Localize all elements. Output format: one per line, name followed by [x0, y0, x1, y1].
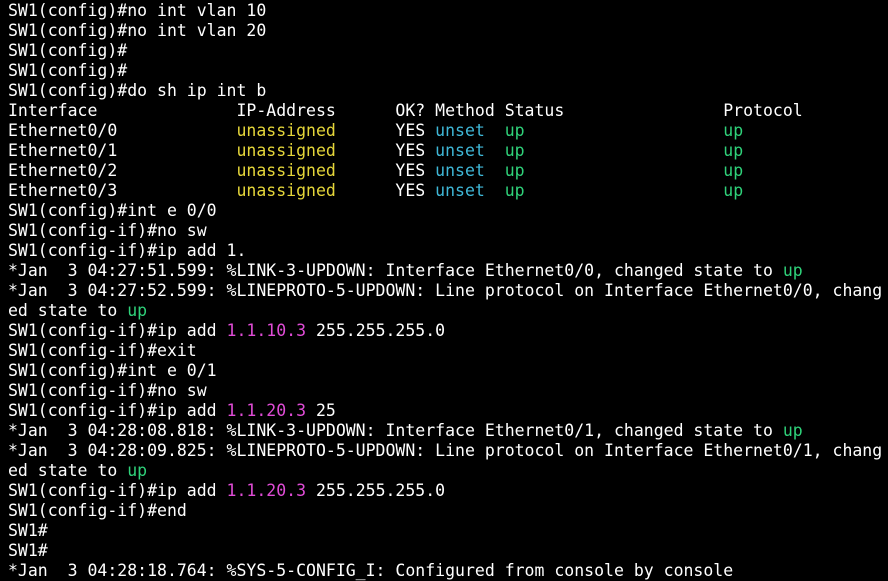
- terminal-text-segment: 1.1.10.3: [226, 321, 307, 340]
- terminal-text-segment: YES: [335, 181, 436, 200]
- terminal-line: Ethernet0/1 unassigned YES unset up up: [8, 141, 888, 161]
- terminal-text-segment: YES: [335, 121, 436, 140]
- terminal-line: SW1(config)#int e 0/0: [8, 201, 888, 221]
- terminal-text-segment: *Jan 3 04:27:51.599: %LINK-3-UPDOWN: Int…: [8, 261, 783, 280]
- terminal-text-segment: up: [782, 421, 803, 440]
- terminal-text-segment: 1.1.20.3: [226, 481, 307, 500]
- terminal-text-segment: Ethernet0/2: [8, 161, 237, 180]
- terminal-text-segment: ed state to: [8, 301, 128, 320]
- terminal-line: SW1(config-if)#end: [8, 501, 888, 521]
- terminal-line: ed state to up: [8, 301, 888, 321]
- terminal-text-segment: SW1(config)#do sh ip int b: [8, 81, 267, 100]
- terminal-line: SW1(config)#no int vlan 10: [8, 1, 888, 21]
- terminal-text-segment: *Jan 3 04:28:08.818: %LINK-3-UPDOWN: Int…: [8, 421, 783, 440]
- terminal-text-segment: SW1(config)#int e 0/1: [8, 361, 217, 380]
- terminal-line: *Jan 3 04:28:09.825: %LINEPROTO-5-UPDOWN…: [8, 441, 888, 461]
- terminal-text-segment: up: [127, 461, 148, 480]
- terminal-text-segment: unassigned: [236, 121, 336, 140]
- terminal-text-segment: unset: [435, 181, 485, 200]
- terminal-text-segment: Ethernet0/3: [8, 181, 237, 200]
- terminal-text-segment: 1.1.20.3: [226, 401, 307, 420]
- terminal-text-segment: SW1(config-if)#no sw: [8, 221, 207, 240]
- terminal-line: Interface IP-Address OK? Method Status P…: [8, 101, 888, 121]
- terminal-text-segment: unassigned: [236, 141, 336, 160]
- terminal-output[interactable]: SW1(config)#no int vlan 10 SW1(config)#no…: [0, 0, 888, 581]
- terminal-text-segment: up: [504, 161, 525, 180]
- terminal-text-segment: unset: [435, 161, 485, 180]
- terminal-text-segment: SW1(config-if)#ip add: [8, 321, 227, 340]
- terminal-line: *Jan 3 04:28:18.764: %SYS-5-CONFIG_I: Co…: [8, 561, 888, 581]
- terminal-text-segment: Ethernet0/0: [8, 121, 237, 140]
- terminal-text-segment: SW1#: [8, 521, 48, 540]
- terminal-text-segment: SW1(config-if)#ip add: [8, 481, 227, 500]
- terminal-line: *Jan 3 04:28:08.818: %LINK-3-UPDOWN: Int…: [8, 421, 888, 441]
- terminal-line: Ethernet0/3 unassigned YES unset up up: [8, 181, 888, 201]
- terminal-line: Ethernet0/0 unassigned YES unset up up: [8, 121, 888, 141]
- terminal-line: SW1(config-if)#no sw: [8, 381, 888, 401]
- terminal-text-segment: SW1#: [8, 541, 48, 560]
- terminal-text-segment: Interface IP-Address OK? Method Status P…: [8, 101, 803, 120]
- terminal-text-segment: up: [723, 141, 744, 160]
- terminal-line: SW1(config)#no int vlan 20: [8, 21, 888, 41]
- terminal-text-segment: up: [723, 161, 744, 180]
- terminal-text-segment: up: [504, 141, 525, 160]
- terminal-line: SW1(config)#int e 0/1: [8, 361, 888, 381]
- terminal-line: SW1#: [8, 541, 888, 561]
- terminal-text-segment: up: [723, 181, 744, 200]
- terminal-text-segment: up: [504, 181, 525, 200]
- terminal-line: SW1(config)#: [8, 61, 888, 81]
- terminal-line: SW1(config-if)#no sw: [8, 221, 888, 241]
- terminal-line: SW1(config-if)#exit: [8, 341, 888, 361]
- terminal-line: SW1(config)#do sh ip int b: [8, 81, 888, 101]
- terminal-text-segment: SW1(config)#no int vlan 20: [8, 21, 267, 40]
- terminal-text-segment: *Jan 3 04:28:18.764: %SYS-5-CONFIG_I: Co…: [8, 561, 734, 580]
- terminal-text-segment: unset: [435, 141, 485, 160]
- terminal-text-segment: up: [127, 301, 148, 320]
- terminal-text-segment: SW1(config-if)#no sw: [8, 381, 207, 400]
- terminal-text-segment: *Jan 3 04:28:09.825: %LINEPROTO-5-UPDOWN…: [8, 441, 883, 460]
- terminal-text-segment: up: [504, 121, 525, 140]
- terminal-line: SW1(config-if)#ip add 1.: [8, 241, 888, 261]
- terminal-text-segment: unset: [435, 121, 485, 140]
- terminal-text-segment: SW1(config)#: [8, 61, 128, 80]
- terminal-line: SW1(config-if)#ip add 1.1.20.3 25: [8, 401, 888, 421]
- terminal-text-segment: up: [782, 261, 803, 280]
- terminal-text-segment: SW1(config-if)#exit: [8, 341, 197, 360]
- terminal-text-segment: SW1(config)#: [8, 41, 128, 60]
- terminal-text-segment: ed state to: [8, 461, 128, 480]
- terminal-text-segment: SW1(config)#int e 0/0: [8, 201, 217, 220]
- terminal-line: *Jan 3 04:27:51.599: %LINK-3-UPDOWN: Int…: [8, 261, 888, 281]
- terminal-text-segment: unassigned: [236, 161, 336, 180]
- terminal-text-segment: SW1(config-if)#end: [8, 501, 187, 520]
- terminal-text-segment: SW1(config-if)#ip add 1.: [8, 241, 247, 260]
- terminal-line: *Jan 3 04:27:52.599: %LINEPROTO-5-UPDOWN…: [8, 281, 888, 301]
- terminal-text-segment: YES: [335, 141, 436, 160]
- terminal-text-segment: 255.255.255.0: [306, 321, 446, 340]
- terminal-line: SW1(config-if)#ip add 1.1.10.3 255.255.2…: [8, 321, 888, 341]
- terminal-text-segment: 255.255.255.0: [306, 481, 446, 500]
- terminal-line: SW1(config)#: [8, 41, 888, 61]
- terminal-line: Ethernet0/2 unassigned YES unset up up: [8, 161, 888, 181]
- terminal-line: SW1#: [8, 521, 888, 541]
- terminal-text-segment: *Jan 3 04:27:52.599: %LINEPROTO-5-UPDOWN…: [8, 281, 883, 300]
- terminal-text-segment: SW1(config-if)#ip add: [8, 401, 227, 420]
- terminal-text-segment: YES: [335, 161, 436, 180]
- terminal-line: SW1(config-if)#ip add 1.1.20.3 255.255.2…: [8, 481, 888, 501]
- terminal-line: ed state to up: [8, 461, 888, 481]
- terminal-text-segment: SW1(config)#no int vlan 10: [8, 1, 267, 20]
- terminal-text-segment: 25: [306, 401, 336, 420]
- terminal-text-segment: unassigned: [236, 181, 336, 200]
- terminal-text-segment: up: [723, 121, 744, 140]
- terminal-text-segment: Ethernet0/1: [8, 141, 237, 160]
